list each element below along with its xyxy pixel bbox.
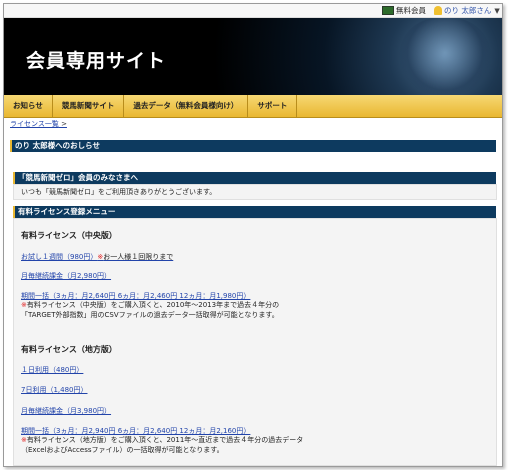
local-note-line1: 有料ライセンス（地方版）をご購入頂くと、2011年〜直近まで過去４年分の過去デー… [26, 436, 304, 444]
central-note-line1: 有料ライセンス（中央版）をご購入頂くと、2010年〜2013年まで過去４年分の [26, 301, 280, 309]
local-note-line2: （ExcelおよびAccessファイル）の一括取得が可能となります。 [21, 446, 224, 454]
trial-note: お一人様１回限りまで [103, 253, 174, 261]
nav-item-support[interactable]: サポート [248, 95, 298, 117]
menu-heading: 有料ライセンス登録メニュー [13, 206, 496, 218]
central-trial-label[interactable]: お試し１週間（980円） [21, 253, 97, 261]
local-7day-link[interactable]: 7日利用（1,480円） [21, 385, 88, 395]
chevron-down-icon[interactable]: ▼ [494, 7, 499, 15]
central-note-line2: 「TARGET外部指数」用のCSVファイルの過去データ一括取得が可能となります。 [21, 311, 279, 319]
member-status[interactable]: 無料会員 [382, 5, 426, 16]
globe-icon [399, 18, 491, 95]
user-name: のり 太郎さん [444, 6, 492, 15]
central-license-title: 有料ライセンス（中央版） [21, 231, 117, 240]
central-note: ※有料ライセンス（中央版）をご購入頂くと、2010年〜2013年まで過去４年分の… [21, 300, 279, 320]
central-trial-link[interactable]: お試し１週間（980円）※お一人様１回限りまで [21, 252, 173, 262]
welcome-message: いつも「競馬新聞ゼロ」をご利用頂きありがとうございます。 [21, 188, 217, 196]
nav-item-newspaper-site[interactable]: 競馬新聞サイト [53, 95, 125, 117]
site-banner: 会員専用サイト [4, 18, 502, 95]
breadcrumb-separator: > [58, 120, 67, 128]
member-status-label: 無料会員 [396, 6, 426, 15]
membership-card-icon [382, 6, 394, 15]
breadcrumb-link-license-list[interactable]: ライセンス一覧 [10, 120, 59, 128]
local-1day-link[interactable]: １日利用（480円） [21, 365, 83, 375]
local-license-title: 有料ライセンス（地方版） [21, 345, 117, 354]
user-menu[interactable]: のり 太郎さん ▼ [434, 5, 500, 16]
main-content: のり 太郎様へのおしらせ 「競馬新聞ゼロ」会員のみなさまへ いつも「競馬新聞ゼロ… [10, 128, 497, 466]
top-strip: 無料会員 のり 太郎さん ▼ [4, 4, 502, 18]
local-monthly-link[interactable]: 月毎継続課金（月3,980円） [21, 406, 111, 416]
user-icon [434, 6, 442, 15]
site-title: 会員専用サイト [26, 50, 167, 72]
nav-item-news[interactable]: お知らせ [4, 95, 53, 117]
local-note: ※有料ライセンス（地方版）をご購入頂くと、2011年〜直近まで過去４年分の過去デ… [21, 435, 303, 455]
welcome-heading: 「競馬新聞ゼロ」会員のみなさまへ [13, 172, 496, 184]
main-nav: お知らせ 競馬新聞サイト 過去データ（無料会員様向け） サポート [4, 95, 502, 118]
page-frame: 無料会員 のり 太郎さん ▼ 会員専用サイト お知らせ 競馬新聞サイト 過去デー… [3, 3, 503, 467]
nav-item-past-data[interactable]: 過去データ（無料会員様向け） [124, 95, 249, 117]
central-monthly-link[interactable]: 月毎継続課金（月2,980円） [21, 271, 111, 281]
notice-heading: のり 太郎様へのおしらせ [10, 140, 496, 152]
